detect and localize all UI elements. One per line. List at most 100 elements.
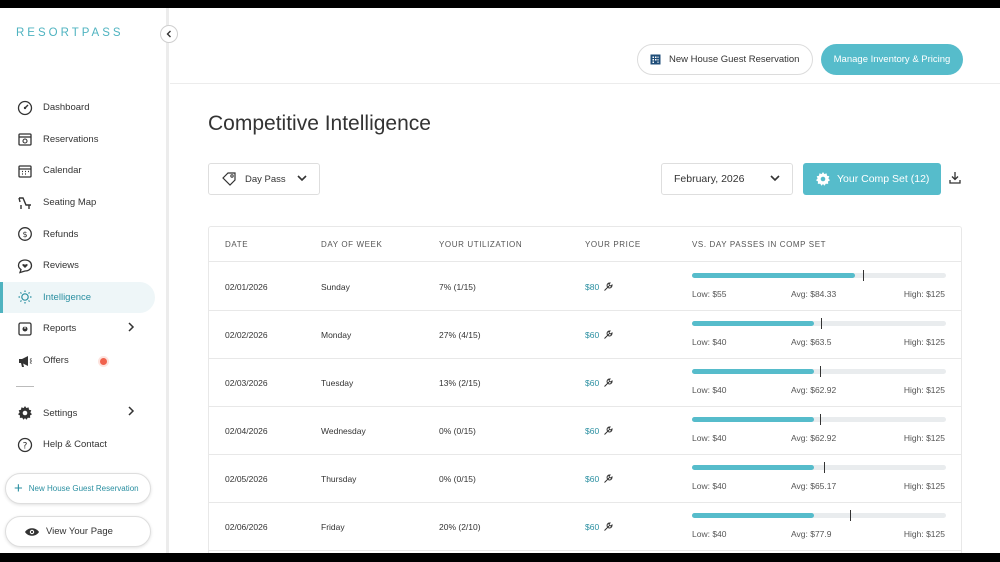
new-house-guest-reservation-button[interactable]: + New House Guest Reservation <box>5 473 151 504</box>
utilization-cell: 0% (0/15) <box>439 426 476 436</box>
month-filter-dropdown[interactable]: February, 2026 <box>661 163 793 195</box>
avg-price-label: Avg: $65.17 <box>791 481 837 491</box>
wrench-icon[interactable] <box>603 282 613 292</box>
view-your-page-button[interactable]: View Your Page <box>5 516 151 547</box>
table-row: 02/03/2026 Tuesday 13% (2/15) $60 Low: $40 Av… <box>209 359 961 407</box>
high-price-label: High: $125 <box>903 289 945 299</box>
collapse-sidebar-button[interactable] <box>160 25 178 43</box>
price-cell[interactable]: $60 <box>585 378 613 388</box>
day-cell: Sunday <box>321 282 350 292</box>
your-price-fill <box>692 417 814 422</box>
chat-heart-icon <box>16 257 34 275</box>
button-label: New House Guest Reservation <box>28 484 139 493</box>
dropdown-value: February, 2026 <box>674 173 745 185</box>
date-cell: 02/03/2026 <box>225 378 268 388</box>
chevron-left-icon <box>166 30 171 38</box>
ticket-icon <box>222 172 236 186</box>
wrench-icon[interactable] <box>603 522 613 532</box>
sidebar-item-label: Seating Map <box>43 197 97 209</box>
product-filter-dropdown[interactable]: Day Pass <box>208 163 320 195</box>
brand-logo[interactable]: RESORTPASS <box>16 27 124 39</box>
table-header: DATE DAY OF WEEK YOUR UTILIZATION YOUR P… <box>209 227 961 262</box>
high-price-label: High: $125 <box>903 529 945 539</box>
price-cell[interactable]: $60 <box>585 522 613 532</box>
speedometer-icon <box>16 99 34 117</box>
table-row: 02/02/2026 Monday 27% (4/15) $60 Low: $40 Avg… <box>209 311 961 359</box>
sidebar-item-label: Help & Contact <box>43 439 107 451</box>
manage-inventory-pricing-button[interactable]: Manage Inventory & Pricing <box>821 44 963 75</box>
sidebar-item-help[interactable]: ? Help & Contact <box>0 429 167 461</box>
sidebar-nav: Dashboard Reservations Calendar Seating … <box>0 92 167 461</box>
avg-price-label: Avg: $77.9 <box>791 529 832 539</box>
lounge-chair-icon <box>16 194 34 212</box>
table-row: 02/01/2026 Sunday 7% (1/15) $80 Low: $55 Avg:… <box>209 263 961 311</box>
price-cell[interactable]: $60 <box>585 330 613 340</box>
button-label: Manage Inventory & Pricing <box>833 54 951 65</box>
sidebar-item-refunds[interactable]: $ Refunds <box>0 218 167 250</box>
your-price-fill <box>692 465 814 470</box>
eye-icon <box>25 527 39 536</box>
comp-range-bar <box>692 318 946 329</box>
column-header-day: DAY OF WEEK <box>321 240 383 249</box>
sidebar-divider <box>16 386 34 388</box>
avg-price-label: Avg: $62.92 <box>791 433 837 443</box>
sidebar-item-settings[interactable]: Settings <box>0 397 167 429</box>
utilization-cell: 27% (4/15) <box>439 330 481 340</box>
comp-range-bar <box>692 462 946 473</box>
app-window: RESORTPASS Dashboard Reservations Calend… <box>0 8 1000 553</box>
day-cell: Friday <box>321 522 345 532</box>
column-header-date: DATE <box>225 240 249 249</box>
your-price-fill <box>692 273 855 278</box>
date-cell: 02/01/2026 <box>225 282 268 292</box>
average-marker <box>821 318 823 329</box>
sidebar-item-reservations[interactable]: Reservations <box>0 124 167 156</box>
sidebar-item-label: Reservations <box>43 133 99 145</box>
table-row: 02/04/2026 Wednesday 0% (0/15) $60 Low: $40 A… <box>209 407 961 455</box>
sidebar-item-seating-map[interactable]: Seating Map <box>0 187 167 219</box>
day-cell: Thursday <box>321 474 357 484</box>
building-icon <box>650 54 661 65</box>
your-price-fill <box>692 321 814 326</box>
wrench-icon[interactable] <box>603 474 613 484</box>
svg-text:$: $ <box>22 230 27 239</box>
sidebar-item-dashboard[interactable]: Dashboard <box>0 92 167 124</box>
wrench-icon[interactable] <box>603 378 613 388</box>
new-house-guest-reservation-top-button[interactable]: New House Guest Reservation <box>637 44 813 75</box>
sidebar-item-label: Settings <box>43 407 78 419</box>
high-price-label: High: $125 <box>903 433 945 443</box>
calendar-icon <box>16 162 34 180</box>
megaphone-icon <box>16 352 34 370</box>
sidebar-item-offers[interactable]: Offers <box>0 345 167 377</box>
day-cell: Wednesday <box>321 426 366 436</box>
sidebar-item-intelligence[interactable]: Intelligence <box>0 281 155 314</box>
day-cell: Monday <box>321 330 352 340</box>
comp-range-bar <box>692 414 946 425</box>
high-price-label: High: $125 <box>903 385 945 395</box>
wrench-icon[interactable] <box>603 330 613 340</box>
utilization-cell: 0% (0/15) <box>439 474 476 484</box>
avg-price-label: Avg: $63.5 <box>791 337 832 347</box>
sidebar-item-reviews[interactable]: Reviews <box>0 250 167 282</box>
gear-icon <box>16 404 34 422</box>
date-cell: 02/04/2026 <box>225 426 268 436</box>
table-row: 02/06/2026 Friday 20% (2/10) $60 Low: $40 Avg… <box>209 503 961 551</box>
calendar-check-icon <box>16 130 34 148</box>
button-label: Your Comp Set (12) <box>837 173 930 185</box>
wrench-icon[interactable] <box>603 426 613 436</box>
sidebar-item-label: Intelligence <box>43 291 92 303</box>
sidebar-item-reports[interactable]: Reports <box>0 313 167 345</box>
price-value: $80 <box>585 282 600 292</box>
sidebar-item-calendar[interactable]: Calendar <box>0 155 167 187</box>
price-cell[interactable]: $60 <box>585 474 613 484</box>
download-button[interactable] <box>949 171 961 189</box>
column-header-utilization: YOUR UTILIZATION <box>439 240 523 249</box>
comp-set-button[interactable]: Your Comp Set (12) <box>803 163 941 195</box>
utilization-cell: 20% (2/10) <box>439 522 481 532</box>
comp-range-bar <box>692 366 946 377</box>
price-cell[interactable]: $80 <box>585 282 613 292</box>
column-header-comp-set: VS. DAY PASSES IN COMP SET <box>692 240 827 249</box>
dropdown-value: Day Pass <box>245 173 286 185</box>
avg-price-label: Avg: $62.92 <box>791 385 837 395</box>
price-cell[interactable]: $60 <box>585 426 613 436</box>
plus-icon: + <box>14 480 23 497</box>
